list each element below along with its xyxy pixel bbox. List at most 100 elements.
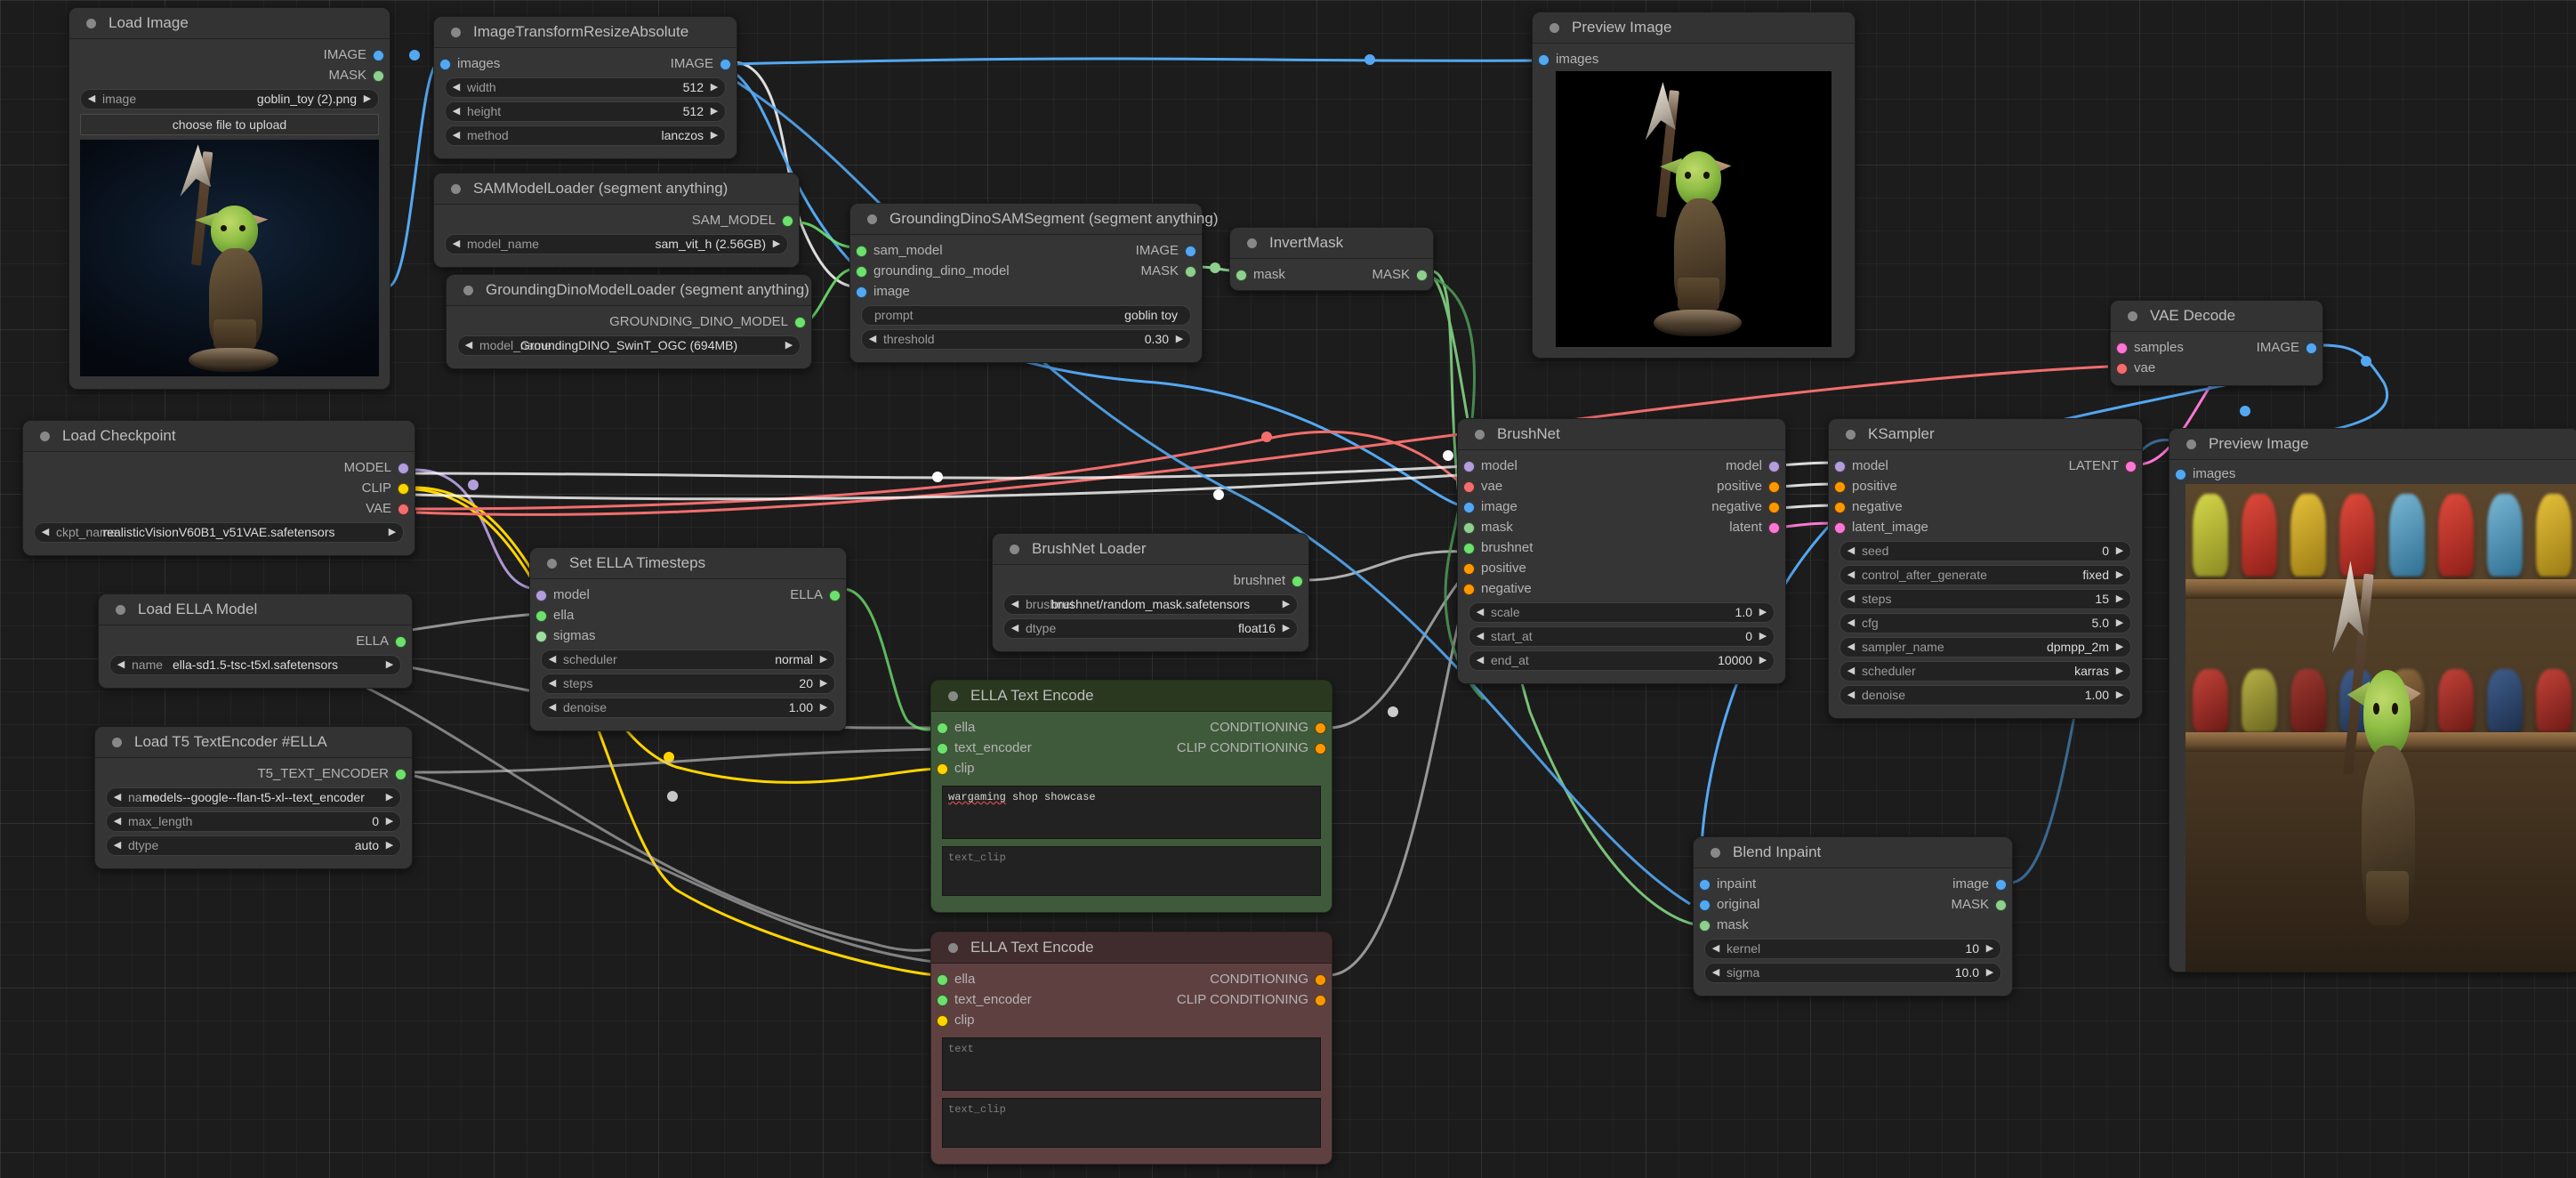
pin-vae-in[interactable] <box>2116 363 2128 375</box>
output-slot-vae[interactable]: VAE <box>23 498 415 519</box>
node-preview-image-top[interactable]: Preview Image images <box>1532 12 1856 359</box>
pin-model-in[interactable] <box>1834 461 1846 472</box>
decrement-arrow-icon[interactable]: ◀ <box>38 523 52 542</box>
io-row-original[interactable]: original MASK <box>1694 894 2012 915</box>
increment-arrow-icon[interactable]: ▶ <box>817 698 831 717</box>
increment-arrow-icon[interactable]: ▶ <box>382 812 397 831</box>
increment-arrow-icon[interactable]: ▶ <box>2113 662 2127 681</box>
pin-latent-image-in[interactable] <box>1834 522 1846 534</box>
node-sam-model-loader[interactable]: SAMModelLoader (segment anything) SAM_MO… <box>433 173 800 268</box>
node-load-t5-text-encoder[interactable]: Load T5 TextEncoder #ELLA T5_TEXT_ENCODE… <box>94 726 413 869</box>
widget-denoise[interactable]: ◀ denoise 1.00 ▶ <box>541 698 835 718</box>
node-ella-text-encode-positive[interactable]: ELLA Text Encode ella CONDITIONING text_… <box>930 680 1332 913</box>
output-slot-model[interactable]: MODEL <box>23 457 415 478</box>
widget-seed[interactable]: ◀ seed 0 ▶ <box>1839 541 2131 561</box>
input-slot-images[interactable]: images <box>1533 49 1855 69</box>
pin-clip-conditioning-out[interactable] <box>1315 995 1326 1006</box>
pin-brushnet-out[interactable] <box>1292 576 1303 587</box>
increment-arrow-icon[interactable]: ▶ <box>382 836 397 855</box>
increment-arrow-icon[interactable]: ▶ <box>1756 603 1770 622</box>
collapse-dot-icon[interactable] <box>867 214 877 224</box>
decrement-arrow-icon[interactable]: ◀ <box>1844 566 1858 585</box>
node-set-ella-timesteps[interactable]: Set ELLA Timesteps model ELLA ella sigma… <box>529 547 847 731</box>
increment-arrow-icon[interactable]: ▶ <box>2113 566 2127 585</box>
collapse-dot-icon[interactable] <box>1711 848 1720 858</box>
increment-arrow-icon[interactable]: ▶ <box>707 126 721 145</box>
increment-arrow-icon[interactable]: ▶ <box>1172 330 1187 349</box>
output-slot-ella[interactable]: ELLA <box>99 631 412 651</box>
widget-prompt[interactable]: prompt goblin toy <box>861 305 1191 326</box>
increment-arrow-icon[interactable]: ▶ <box>782 336 796 355</box>
decrement-arrow-icon[interactable]: ◀ <box>1844 590 1858 609</box>
pin-mask-out[interactable] <box>1995 900 2007 911</box>
pin-model-out[interactable] <box>398 463 409 474</box>
image-preview[interactable] <box>1556 71 1831 347</box>
pin-ella-out[interactable] <box>829 590 841 601</box>
increment-arrow-icon[interactable]: ▶ <box>2113 542 2127 561</box>
decrement-arrow-icon[interactable]: ◀ <box>1844 614 1858 633</box>
decrement-arrow-icon[interactable]: ◀ <box>449 235 463 254</box>
pin-conditioning-out[interactable] <box>1315 974 1326 986</box>
pin-positive-out[interactable] <box>1768 481 1780 493</box>
widget-dtype[interactable]: ◀ dtype auto ▶ <box>106 835 401 856</box>
decrement-arrow-icon[interactable]: ◀ <box>1473 603 1487 622</box>
io-row-image[interactable]: image negative <box>1458 496 1785 517</box>
io-row-mask[interactable]: mask latent <box>1458 517 1785 537</box>
pin-image-out[interactable] <box>720 59 731 70</box>
pin-mask-in[interactable] <box>1236 270 1247 281</box>
pin-mask-out[interactable] <box>373 70 384 82</box>
input-slot-sigmas[interactable]: sigmas <box>530 625 846 646</box>
input-slot-clip[interactable]: clip <box>931 1010 1332 1030</box>
widget-dtype[interactable]: ◀ dtype float16 ▶ <box>1003 618 1298 639</box>
pin-negative-in[interactable] <box>1463 584 1475 595</box>
collapse-dot-icon[interactable] <box>2128 311 2137 321</box>
io-row-ella[interactable]: ella CONDITIONING <box>931 969 1332 989</box>
input-slot-mask[interactable]: mask <box>1694 915 2012 935</box>
io-row-model[interactable]: model ELLA <box>530 585 846 605</box>
pin-positive-in[interactable] <box>1463 563 1475 575</box>
pin-clip-in[interactable] <box>937 1015 948 1027</box>
widget-image[interactable]: ◀ image goblin_toy (2).png ▶ <box>80 89 379 109</box>
increment-arrow-icon[interactable]: ▶ <box>1756 651 1770 670</box>
pin-image-out[interactable] <box>1995 879 2007 891</box>
pin-negative-in[interactable] <box>1834 502 1846 513</box>
pin-mask-in[interactable] <box>1463 522 1475 534</box>
widget-model-name[interactable]: ◀ model_name GroundingDINO_SwinT_OGC (69… <box>457 335 801 356</box>
decrement-arrow-icon[interactable]: ◀ <box>545 674 559 693</box>
pin-image-in[interactable] <box>1463 502 1475 513</box>
pin-brushnet-in[interactable] <box>1463 543 1475 554</box>
upload-file-button[interactable]: choose file to upload <box>80 114 379 135</box>
widget-brushnet[interactable]: ◀ brushnet brushnet/random_mask.safetens… <box>1003 594 1298 615</box>
collapse-dot-icon[interactable] <box>451 184 461 194</box>
pin-image-out[interactable] <box>2306 343 2317 354</box>
increment-arrow-icon[interactable]: ▶ <box>1279 595 1293 614</box>
pin-inpaint-in[interactable] <box>1699 879 1711 891</box>
widget-name[interactable]: ◀ name models--google--flan-t5-xl--text_… <box>106 787 401 808</box>
decrement-arrow-icon[interactable]: ◀ <box>110 788 125 807</box>
widget-end-at[interactable]: ◀ end_at 10000 ▶ <box>1469 650 1775 671</box>
text-clip-prompt-input[interactable]: text_clip <box>942 1098 1321 1148</box>
increment-arrow-icon[interactable]: ▶ <box>382 788 397 807</box>
increment-arrow-icon[interactable]: ▶ <box>2113 614 2127 633</box>
io-row-text-encoder[interactable]: text_encoder CLIP CONDITIONING <box>931 738 1332 758</box>
pin-text-encoder-in[interactable] <box>937 743 948 754</box>
widget-control-after-generate[interactable]: ◀ control_after_generate fixed ▶ <box>1839 565 2131 585</box>
input-slot-images[interactable]: images <box>2169 464 2576 484</box>
decrement-arrow-icon[interactable]: ◀ <box>449 126 463 145</box>
pin-clip-conditioning-out[interactable] <box>1315 743 1326 754</box>
decrement-arrow-icon[interactable]: ◀ <box>1844 662 1858 681</box>
decrement-arrow-icon[interactable]: ◀ <box>1473 651 1487 670</box>
pin-ella-in[interactable] <box>937 974 948 986</box>
node-load-image[interactable]: Load Image IMAGE MASK ◀ image goblin_toy… <box>68 7 390 390</box>
decrement-arrow-icon[interactable]: ◀ <box>462 336 476 355</box>
decrement-arrow-icon[interactable]: ◀ <box>1844 638 1858 657</box>
collapse-dot-icon[interactable] <box>112 738 122 747</box>
pin-t5-text-encoder-out[interactable] <box>395 769 407 780</box>
widget-scale[interactable]: ◀ scale 1.0 ▶ <box>1469 602 1775 623</box>
io-row-grounding-dino-model[interactable]: grounding_dino_model MASK <box>850 261 1202 281</box>
widget-name[interactable]: ◀ name ella-sd1.5-tsc-t5xl.safetensors ▶ <box>109 655 401 675</box>
io-row-text-encoder[interactable]: text_encoder CLIP CONDITIONING <box>931 989 1332 1010</box>
output-slot-brushnet[interactable]: brushnet <box>993 570 1308 591</box>
increment-arrow-icon[interactable]: ▶ <box>769 235 784 254</box>
decrement-arrow-icon[interactable]: ◀ <box>449 78 463 97</box>
